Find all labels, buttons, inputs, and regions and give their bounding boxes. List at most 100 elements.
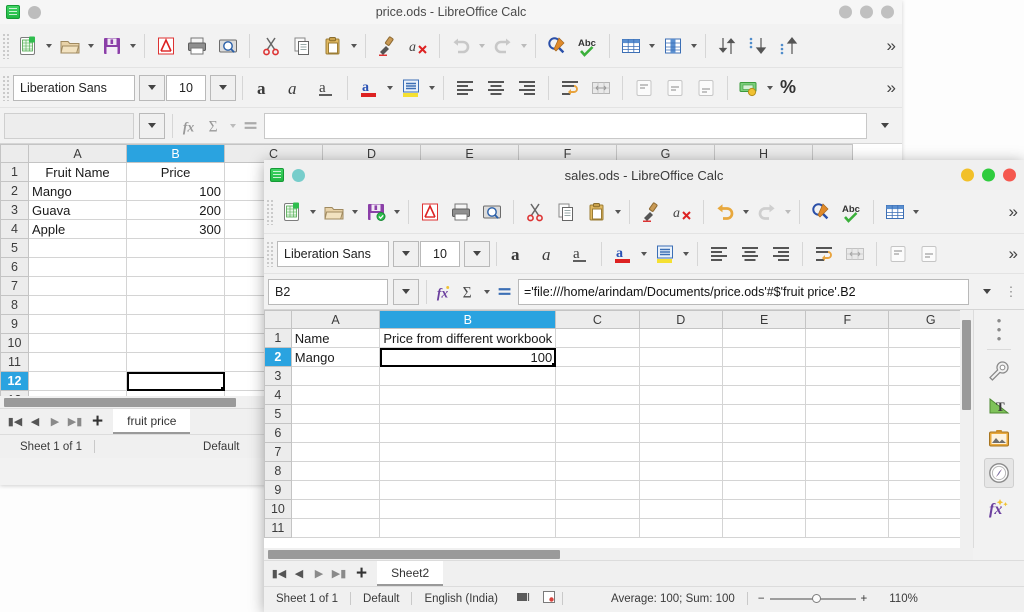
cell-c9[interactable] bbox=[556, 481, 639, 500]
next-sheet-icon[interactable]: ▶ bbox=[310, 563, 328, 585]
column-header-a[interactable]: A bbox=[291, 311, 380, 329]
toolbar-overflow-chevron[interactable]: » bbox=[1009, 203, 1018, 220]
close-button[interactable] bbox=[881, 6, 894, 19]
cell-d2[interactable] bbox=[639, 348, 722, 367]
align-left-icon[interactable] bbox=[450, 73, 480, 103]
paste-icon[interactable] bbox=[582, 197, 612, 227]
insert-table-icon[interactable] bbox=[880, 197, 910, 227]
row-header-5[interactable]: 5 bbox=[265, 405, 292, 424]
cell-f9[interactable] bbox=[806, 481, 889, 500]
styles-icon[interactable]: T bbox=[984, 390, 1014, 420]
sum-icon[interactable]: Σ bbox=[204, 111, 226, 141]
cell-a9[interactable] bbox=[291, 481, 380, 500]
select-all-corner[interactable] bbox=[265, 311, 292, 329]
cell-a11[interactable] bbox=[29, 353, 127, 372]
column-header-c[interactable]: C bbox=[556, 311, 639, 329]
formula-expand-dropdown[interactable] bbox=[872, 113, 898, 139]
cell-b5[interactable] bbox=[380, 405, 556, 424]
cell-a2[interactable]: Mango bbox=[29, 182, 127, 201]
sheet-tab-bar-sales[interactable]: ▮◀ ◀ ▶ ▶▮ + Sheet2 bbox=[264, 560, 1024, 586]
sheet-area-sales[interactable]: A B C D E F G 1 Name Price bbox=[264, 310, 1024, 548]
hscroll-thumb[interactable] bbox=[268, 550, 560, 559]
cell-a3[interactable] bbox=[291, 367, 380, 386]
cell-a4[interactable] bbox=[291, 386, 380, 405]
toolbar-grip[interactable] bbox=[2, 75, 10, 101]
cell-d8[interactable] bbox=[639, 462, 722, 481]
row-header-8[interactable]: 8 bbox=[265, 462, 292, 481]
italic-icon[interactable]: a bbox=[280, 73, 310, 103]
cell-b10[interactable] bbox=[380, 500, 556, 519]
cell-d9[interactable] bbox=[639, 481, 722, 500]
row-header-7[interactable]: 7 bbox=[1, 277, 29, 296]
column-header-f[interactable]: F bbox=[806, 311, 889, 329]
copy-icon[interactable] bbox=[551, 197, 581, 227]
copy-icon[interactable] bbox=[287, 31, 317, 61]
cell-b3[interactable]: 200 bbox=[127, 201, 225, 220]
paste-caret[interactable] bbox=[349, 31, 359, 61]
insert-table-caret[interactable] bbox=[911, 197, 921, 227]
row-header-2[interactable]: 2 bbox=[1, 182, 29, 201]
formula-bar-sales[interactable]: B2 fx Σ ='file:///home/arindam/Documents… bbox=[264, 274, 1024, 310]
highlight-color-caret[interactable] bbox=[681, 239, 691, 269]
cell-a7[interactable] bbox=[29, 277, 127, 296]
name-box-sales[interactable]: B2 bbox=[268, 279, 388, 305]
cell-b13[interactable] bbox=[127, 391, 225, 397]
cell-b7[interactable] bbox=[380, 443, 556, 462]
row-header-6[interactable]: 6 bbox=[265, 424, 292, 443]
formatting-toolbar-price[interactable]: Liberation Sans 10 a a a a bbox=[0, 68, 902, 108]
save-caret[interactable] bbox=[392, 197, 402, 227]
bold-icon[interactable]: a bbox=[503, 239, 533, 269]
cell-e2[interactable] bbox=[722, 348, 805, 367]
sort-ascending-icon[interactable] bbox=[743, 31, 773, 61]
cell-e11[interactable] bbox=[722, 519, 805, 538]
name-box-dropdown[interactable] bbox=[393, 279, 419, 305]
cell-b9[interactable] bbox=[127, 315, 225, 334]
clear-formatting-icon[interactable]: a bbox=[403, 31, 433, 61]
minimize-button[interactable] bbox=[961, 169, 974, 182]
titlebar-price[interactable]: price.ods - LibreOffice Calc bbox=[0, 0, 902, 24]
align-right-icon[interactable] bbox=[512, 73, 542, 103]
cell-a3[interactable]: Guava bbox=[29, 201, 127, 220]
italic-icon[interactable]: a bbox=[534, 239, 564, 269]
font-size-dropdown[interactable] bbox=[210, 75, 236, 101]
maximize-button[interactable] bbox=[860, 6, 873, 19]
cell-c3[interactable] bbox=[556, 367, 639, 386]
column-header-d[interactable]: D bbox=[639, 311, 722, 329]
export-pdf-icon[interactable] bbox=[151, 31, 181, 61]
sheet-tab-sheet2[interactable]: Sheet2 bbox=[377, 561, 443, 586]
last-sheet-icon[interactable]: ▶▮ bbox=[66, 411, 84, 433]
cell-e8[interactable] bbox=[722, 462, 805, 481]
formula-expand-dropdown[interactable] bbox=[974, 279, 1000, 305]
row-header-2[interactable]: 2 bbox=[265, 348, 292, 367]
formula-input-sales[interactable]: ='file:///home/arindam/Documents/price.o… bbox=[518, 279, 969, 305]
cell-b11[interactable] bbox=[127, 353, 225, 372]
currency-caret[interactable] bbox=[765, 73, 775, 103]
cell-b12-cursor[interactable] bbox=[127, 372, 225, 391]
cell-c7[interactable] bbox=[556, 443, 639, 462]
sidebar-sales[interactable]: ••• T fx bbox=[973, 310, 1024, 548]
cell-e4[interactable] bbox=[722, 386, 805, 405]
print-preview-icon[interactable] bbox=[213, 31, 243, 61]
cell-a8[interactable] bbox=[291, 462, 380, 481]
cell-f5[interactable] bbox=[806, 405, 889, 424]
cell-f8[interactable] bbox=[806, 462, 889, 481]
close-button[interactable] bbox=[1003, 169, 1016, 182]
paste-icon[interactable] bbox=[318, 31, 348, 61]
standard-toolbar-price[interactable]: a Abc bbox=[0, 24, 902, 68]
save-icon[interactable] bbox=[361, 197, 391, 227]
cell-a6[interactable] bbox=[29, 258, 127, 277]
insert-table-caret[interactable] bbox=[647, 31, 657, 61]
cell-c4[interactable] bbox=[556, 386, 639, 405]
align-right-icon[interactable] bbox=[766, 239, 796, 269]
cell-b6[interactable] bbox=[127, 258, 225, 277]
open-file-icon[interactable] bbox=[319, 197, 349, 227]
row-header-4[interactable]: 4 bbox=[265, 386, 292, 405]
hscroll-thumb[interactable] bbox=[4, 398, 236, 407]
zoom-in-button[interactable]: + bbox=[861, 593, 868, 605]
cell-c11[interactable] bbox=[556, 519, 639, 538]
font-color-icon[interactable]: a bbox=[608, 239, 638, 269]
wrap-text-icon[interactable] bbox=[809, 239, 839, 269]
row-header-5[interactable]: 5 bbox=[1, 239, 29, 258]
bold-icon[interactable]: a bbox=[249, 73, 279, 103]
cell-e1[interactable] bbox=[722, 329, 805, 348]
